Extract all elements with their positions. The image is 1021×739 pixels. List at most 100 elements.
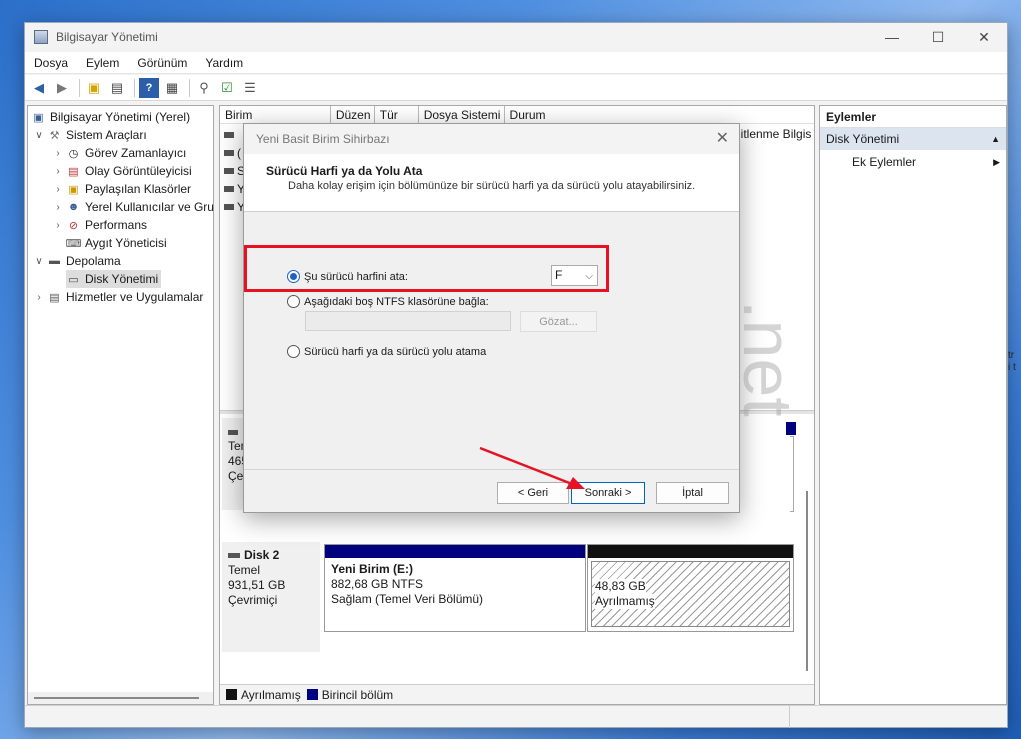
column-type[interactable]: Tür	[375, 106, 419, 124]
clock-icon: ◷	[68, 147, 79, 160]
dialog-heading: Sürücü Harfi ya da Yolu Ata	[266, 164, 423, 178]
tree-disk-management-label: Disk Yönetimi	[85, 272, 159, 286]
folder-path-input[interactable]	[305, 311, 511, 331]
tree-services[interactable]: › ▤ Hizmetler ve Uygulamalar	[33, 288, 203, 306]
collapse-icon[interactable]: ∨	[33, 256, 45, 267]
menu-view[interactable]: Görünüm	[128, 56, 196, 70]
storage-icon: ▬	[49, 255, 60, 267]
tree-device-manager[interactable]: ⌨ Aygıt Yöneticisi	[66, 234, 167, 252]
device-manager-icon: ⌨	[65, 237, 82, 250]
menu-help[interactable]: Yardım	[196, 56, 252, 70]
tree-disk-management[interactable]: ▭ Disk Yönetimi	[66, 270, 162, 288]
legend-primary-swatch	[306, 689, 318, 700]
radio-unselected-icon[interactable]	[287, 345, 300, 358]
column-status[interactable]: Durum	[505, 106, 814, 124]
connect-icon[interactable]: ⚲	[194, 78, 214, 98]
column-volume[interactable]: Birim	[220, 106, 331, 124]
mount-folder-radio[interactable]: Aşağıdaki boş NTFS klasörüne bağla:	[287, 295, 489, 308]
tree-event-viewer[interactable]: › ▤ Olay Görüntüleyicisi	[52, 162, 191, 180]
dialog-title-bar: Yeni Basit Birim Sihirbazı ✕	[244, 124, 739, 154]
tree-storage-label: Depolama	[66, 254, 121, 268]
volume-row[interactable]: Y	[224, 199, 245, 215]
partition-e[interactable]: Yeni Birim (E:) 882,68 GB NTFS Sağlam (T…	[324, 544, 586, 632]
background-edge-text: tr i t	[1008, 350, 1016, 373]
back-arrow-icon[interactable]: ◀	[29, 78, 49, 98]
list-view-icon[interactable]: ☰	[240, 78, 260, 98]
collapse-icon[interactable]: ∨	[33, 130, 45, 141]
volume-status-partial: litlenme Bilgis	[738, 127, 812, 141]
tree-local-users[interactable]: › ☻ Yerel Kullanıcılar ve Gru	[52, 198, 214, 216]
tree-shared-folders-label: Paylaşılan Klasörler	[85, 182, 192, 196]
volume-row[interactable]	[224, 127, 237, 143]
partition-e-size: 882,68 GB NTFS	[331, 577, 424, 591]
tree-system-tools[interactable]: ∨ ⚒ Sistem Araçları	[33, 126, 146, 144]
properties-icon[interactable]: ▦	[162, 78, 182, 98]
unallocated-status: Ayrılmamış	[595, 594, 655, 609]
maximize-button[interactable]: ☐	[915, 23, 961, 51]
computer-icon: ▣	[33, 111, 44, 124]
menu-bar: Dosya Eylem Görünüm Yardım	[25, 52, 1007, 74]
cancel-button[interactable]: İptal	[656, 482, 729, 504]
submenu-arrow-icon: ▶	[993, 157, 1000, 167]
expand-icon[interactable]: ›	[52, 202, 64, 213]
forward-arrow-icon[interactable]: ▶	[52, 78, 72, 98]
volume-row[interactable]: S	[224, 163, 245, 179]
tree-task-scheduler-label: Görev Zamanlayıcı	[85, 146, 187, 160]
new-simple-volume-wizard: Yeni Basit Birim Sihirbazı ✕ Sürücü Harf…	[243, 123, 740, 513]
navigation-tree: ▣ Bilgisayar Yönetimi (Yerel) ∨ ⚒ Sistem…	[27, 105, 214, 705]
next-button[interactable]: Sonraki >	[571, 482, 645, 504]
more-actions[interactable]: Ek Eylemler ▶	[820, 150, 1006, 174]
actions-group-disk-management[interactable]: Disk Yönetimi ▲	[820, 128, 1006, 150]
tools-icon: ⚒	[49, 129, 60, 142]
partition-e-status: Sağlam (Temel Veri Bölümü)	[331, 592, 484, 606]
partition-e-name: Yeni Birim (E:)	[331, 562, 414, 576]
title-bar: Bilgisayar Yönetimi — ☐ ✕	[25, 23, 1007, 51]
collapse-up-icon[interactable]: ▲	[991, 128, 1000, 150]
show-hide-tree-icon[interactable]: ▤	[107, 78, 127, 98]
dialog-close-button[interactable]: ✕	[716, 128, 729, 148]
tree-local-users-label: Yerel Kullanıcılar ve Gru	[85, 200, 214, 214]
volume-row[interactable]: Y	[224, 181, 245, 197]
event-viewer-icon: ▤	[68, 165, 79, 178]
tree-performance[interactable]: › ⊘ Performans	[52, 216, 147, 234]
tree-device-manager-label: Aygıt Yöneticisi	[85, 236, 167, 250]
radio-unselected-icon[interactable]	[287, 295, 300, 308]
tree-horizontal-scrollbar[interactable]	[28, 692, 213, 704]
tree-root[interactable]: ▣ Bilgisayar Yönetimi (Yerel)	[31, 108, 190, 126]
disk-vertical-scrollbar[interactable]	[806, 491, 808, 671]
legend: Ayrılmamış Birincil bölüm	[220, 684, 814, 704]
back-button[interactable]: < Geri	[497, 482, 569, 504]
menu-file[interactable]: Dosya	[25, 56, 77, 70]
expand-icon[interactable]: ›	[52, 166, 64, 177]
dialog-header: Sürücü Harfi ya da Yolu Ata Daha kolay e…	[244, 154, 739, 212]
unallocated-size: 48,83 GB	[595, 579, 646, 594]
legend-unallocated-swatch	[226, 689, 237, 700]
disk-icon: ▭	[68, 273, 79, 286]
expand-icon[interactable]: ›	[52, 184, 64, 195]
minimize-button[interactable]: —	[869, 23, 915, 51]
tree-shared-folders[interactable]: › ▣ Paylaşılan Klasörler	[52, 180, 191, 198]
tree-task-scheduler[interactable]: › ◷ Görev Zamanlayıcı	[52, 144, 186, 162]
partition-unallocated[interactable]: 48,83 GB Ayrılmamış	[587, 544, 794, 632]
expand-icon[interactable]: ›	[33, 292, 45, 303]
services-icon: ▤	[49, 291, 60, 304]
disk2-info[interactable]: Disk 2 Temel 931,51 GB Çevrimiçi	[222, 542, 320, 652]
expand-icon[interactable]: ›	[52, 220, 64, 231]
expand-icon[interactable]: ›	[52, 148, 64, 159]
app-icon	[34, 30, 48, 44]
toolbar: ◀ ▶ ▣ ▤ ? ▦ ⚲ ☑ ☰	[25, 75, 1007, 101]
legend-primary: Birincil bölüm	[321, 687, 394, 702]
help-icon[interactable]: ?	[139, 77, 159, 98]
checklist-icon[interactable]: ☑	[217, 78, 237, 98]
highlight-box	[244, 245, 609, 292]
column-filesystem[interactable]: Dosya Sistemi	[419, 106, 505, 124]
up-folder-icon[interactable]: ▣	[84, 78, 104, 98]
dialog-title: Yeni Basit Birim Sihirbazı	[256, 132, 390, 146]
tree-storage[interactable]: ∨ ▬ Depolama	[33, 252, 121, 270]
menu-action[interactable]: Eylem	[77, 56, 128, 70]
no-letter-radio[interactable]: Sürücü harfi ya da sürücü yolu atama	[287, 345, 486, 358]
browse-button[interactable]: Gözat...	[520, 311, 597, 332]
volume-row[interactable]: (	[224, 145, 241, 161]
close-button[interactable]: ✕	[961, 23, 1007, 51]
column-layout[interactable]: Düzen	[331, 106, 375, 124]
